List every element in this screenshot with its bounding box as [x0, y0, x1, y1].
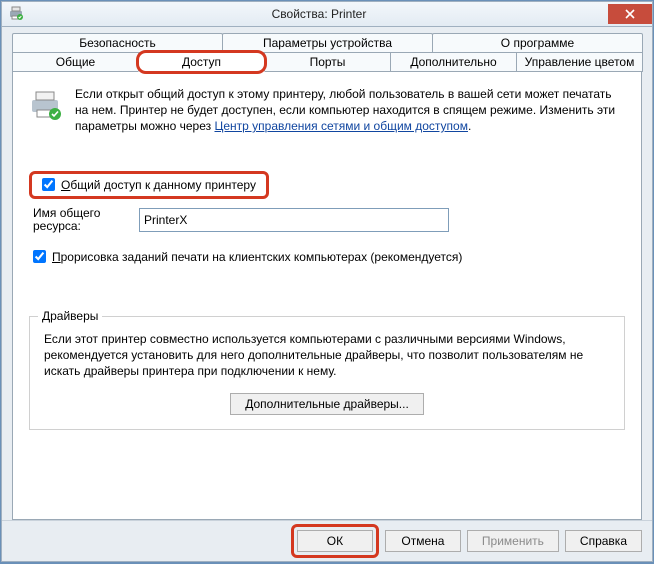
ok-button[interactable]: ОК: [297, 530, 373, 552]
tab-security[interactable]: Безопасность: [12, 33, 223, 53]
tab-general[interactable]: Общие: [12, 53, 139, 72]
close-button[interactable]: [608, 4, 652, 24]
intro-block: Если открыт общий доступ к этому принтер…: [29, 86, 625, 135]
ok-button-highlight: ОК: [291, 524, 379, 558]
drivers-legend: Драйверы: [38, 309, 102, 323]
printer-icon: [29, 88, 63, 135]
client-render-row: Прорисовка заданий печати на клиентских …: [29, 250, 625, 266]
network-center-link[interactable]: Центр управления сетями и общим доступом: [214, 119, 468, 133]
intro-text: Если открыт общий доступ к этому принтер…: [75, 86, 625, 135]
dialog-button-bar: ОК Отмена Применить Справка: [2, 520, 652, 561]
tab-row-1: Безопасность Параметры устройства О прог…: [12, 33, 642, 53]
intro-text-b: .: [468, 119, 471, 133]
drivers-text: Если этот принтер совместно используется…: [44, 331, 610, 380]
cancel-button[interactable]: Отмена: [385, 530, 461, 552]
printer-titlebar-icon: [8, 5, 24, 24]
share-checkbox-highlight: Общий доступ к данному принтеру: [29, 171, 269, 199]
close-icon: [625, 7, 635, 21]
share-name-row: Имя общего ресурса:: [29, 207, 625, 235]
tab-strip: Безопасность Параметры устройства О прог…: [2, 27, 652, 72]
tab-row-2: Общие Доступ Порты Дополнительно Управле…: [12, 53, 642, 72]
share-printer-checkbox[interactable]: [42, 178, 55, 191]
share-name-input[interactable]: [139, 208, 449, 232]
tab-device-params[interactable]: Параметры устройства: [222, 33, 433, 53]
share-printer-label[interactable]: Общий доступ к данному принтеру: [61, 178, 256, 192]
drivers-groupbox: Драйверы Если этот принтер совместно исп…: [29, 316, 625, 431]
tab-sharing[interactable]: Доступ: [138, 53, 265, 72]
share-name-label: Имя общего ресурса:: [33, 207, 129, 235]
tab-color-mgmt[interactable]: Управление цветом: [516, 53, 643, 72]
window-title: Свойства: Printer: [30, 7, 608, 21]
tab-advanced[interactable]: Дополнительно: [390, 53, 517, 72]
tab-about[interactable]: О программе: [432, 33, 643, 53]
share-block: Общий доступ к данному принтеру Имя обще…: [29, 171, 625, 266]
properties-dialog: Свойства: Printer Безопасность Параметры…: [1, 1, 653, 562]
client-render-label[interactable]: Прорисовка заданий печати на клиентских …: [52, 250, 462, 266]
client-render-checkbox[interactable]: [33, 250, 46, 263]
tab-ports[interactable]: Порты: [264, 53, 391, 72]
additional-drivers-button[interactable]: Дополнительные драйверы...: [230, 393, 424, 415]
apply-button[interactable]: Применить: [467, 530, 559, 552]
tab-content-sharing: Если открыт общий доступ к этому принтер…: [12, 72, 642, 520]
help-button[interactable]: Справка: [565, 530, 642, 552]
titlebar: Свойства: Printer: [2, 2, 652, 27]
